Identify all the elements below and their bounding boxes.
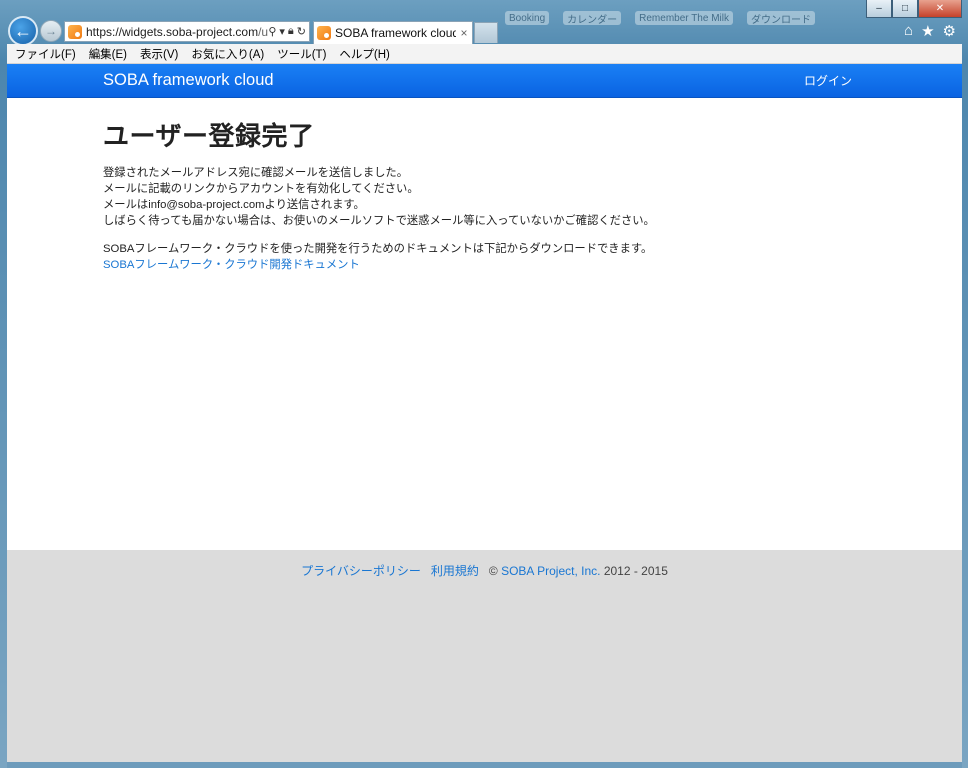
bookmark-bar-hints: Booking カレンダー Remember The Milk ダウンロード — [505, 8, 865, 28]
site-brand[interactable]: SOBA framework cloud — [103, 71, 274, 90]
documentation-note: SOBAフレームワーク・クラウドを使った開発を行うためのドキュメントは下記からダ… — [103, 243, 653, 255]
gear-icon[interactable]: ⚙ — [943, 22, 956, 40]
company-link[interactable]: SOBA Project, Inc. — [501, 564, 600, 578]
menu-file[interactable]: ファイル(F) — [15, 46, 76, 62]
tab-soba-framework-cloud[interactable]: SOBA framework cloud × — [313, 21, 473, 44]
star-icon[interactable]: ★ — [921, 22, 934, 40]
dropdown-icon[interactable]: ▾ — [279, 25, 285, 38]
page-viewport: SOBA framework cloud ログイン ユーザー登録完了 登録された… — [7, 64, 962, 762]
page-title: ユーザー登録完了 — [103, 121, 315, 151]
search-icon[interactable]: ⚲ — [268, 25, 276, 38]
new-tab-button[interactable] — [474, 22, 498, 43]
message-line: しばらく待っても届かない場合は、お使いのメールソフトで迷惑メール等に入っていない… — [103, 215, 655, 227]
window-bottom-border — [7, 762, 962, 768]
site-footer: プライバシーポリシー 利用規約 © SOBA Project, Inc. 2012 … — [7, 550, 962, 762]
tab-title: SOBA framework cloud — [335, 26, 456, 40]
home-icon[interactable]: ⌂ — [904, 22, 913, 40]
arrow-right-icon: → — [45, 24, 57, 38]
site-navbar: SOBA framework cloud ログイン — [7, 64, 962, 98]
tab-close-icon[interactable]: × — [456, 26, 472, 40]
browser-window: Booking カレンダー Remember The Milk ダウンロード –… — [0, 0, 968, 768]
back-button[interactable]: ← — [8, 16, 38, 46]
site-favicon-icon — [68, 24, 82, 39]
privacy-policy-link[interactable]: プライバシーポリシー — [301, 564, 421, 578]
message-line: 登録されたメールアドレス宛に確認メールを送信しました。 — [103, 167, 409, 179]
login-link[interactable]: ログイン — [804, 72, 852, 89]
bookmark-hint[interactable]: カレンダー — [563, 11, 622, 26]
menu-edit[interactable]: 編集(E) — [89, 46, 127, 62]
confirmation-message: 登録されたメールアドレス宛に確認メールを送信しました。 メールに記載のリンクから… — [103, 165, 866, 229]
url-host: https://widgets.soba-project.com — [86, 24, 259, 39]
arrow-left-icon: ← — [14, 20, 32, 41]
forward-button[interactable]: → — [40, 20, 62, 42]
message-line: メールはinfo@soba-project.comより送信されます。 — [103, 199, 365, 211]
documentation-section: SOBAフレームワーク・クラウドを使った開発を行うためのドキュメントは下記からダ… — [103, 241, 866, 273]
menu-view[interactable]: 表示(V) — [140, 46, 178, 62]
minimize-button[interactable]: – — [866, 0, 892, 18]
copyright-years: 2012 - 2015 — [603, 564, 668, 578]
menu-bar: ファイル(F) 編集(E) 表示(V) お気に入り(A) ツール(T) ヘルプ(… — [7, 44, 962, 64]
close-window-button[interactable]: ✕ — [918, 0, 962, 18]
browser-toolbar-icons: ⌂ ★ ⚙ — [904, 22, 956, 40]
menu-favorites[interactable]: お気に入り(A) — [191, 46, 264, 62]
address-bar-icons: ⚲ ▾ 🔒︎ ↻ — [268, 25, 309, 38]
menu-help[interactable]: ヘルプ(H) — [339, 46, 389, 62]
copyright-symbol: © — [488, 564, 498, 578]
window-controls: – □ ✕ — [866, 0, 962, 18]
documentation-link[interactable]: SOBAフレームワーク・クラウド開発ドキュメント — [103, 257, 866, 273]
refresh-icon[interactable]: ↻ — [297, 25, 306, 38]
lock-icon[interactable]: 🔒︎ — [288, 25, 294, 38]
menu-tools[interactable]: ツール(T) — [277, 46, 326, 62]
main-content: ユーザー登録完了 登録されたメールアドレス宛に確認メールを送信しました。 メール… — [7, 98, 962, 273]
maximize-button[interactable]: □ — [892, 0, 918, 18]
message-line: メールに記載のリンクからアカウントを有効化してください。 — [103, 183, 419, 195]
bookmark-hint[interactable]: Booking — [505, 11, 550, 25]
bookmark-hint[interactable]: ダウンロード — [746, 11, 815, 26]
address-bar[interactable]: https://widgets.soba-project.com/u ⚲ ▾ 🔒… — [64, 21, 310, 42]
url-text[interactable]: https://widgets.soba-project.com/u — [86, 25, 268, 39]
bookmark-hint[interactable]: Remember The Milk — [635, 11, 733, 25]
url-path: /u — [258, 24, 269, 39]
terms-link[interactable]: 利用規約 — [431, 564, 479, 578]
tab-favicon-icon — [317, 26, 331, 40]
